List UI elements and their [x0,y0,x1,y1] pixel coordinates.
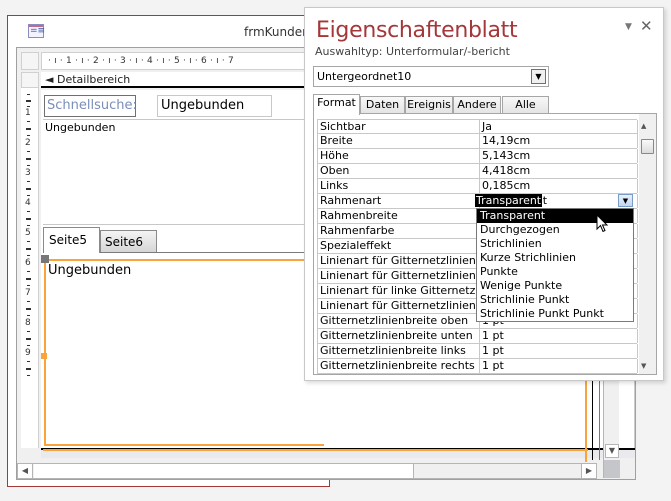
property-sheet-title: Eigenschaftenblatt [316,18,518,43]
property-value[interactable]: 4,418cm [479,164,638,178]
scroll-left-icon[interactable]: ◀ [18,464,33,478]
section-label: Detailbereich [56,73,131,86]
panel-menu-icon[interactable]: ▼ [625,22,632,32]
property-name: Linienart für Gitternetzlinien rechts [320,299,478,312]
property-value[interactable]: 5,143cm [479,149,638,163]
horizontal-scroll-thumb[interactable] [34,464,414,478]
property-name: Linienart für linke Gitternetzlinien [320,284,478,297]
property-grid-scrollbar[interactable]: ▲ ▼ [639,114,656,374]
search-label[interactable]: Schnellsuche: [44,95,137,117]
dropdown-option[interactable]: Kurze Strichlinien [477,251,633,265]
tab-seite5[interactable]: Seite5 [43,227,100,253]
scroll-down-icon[interactable]: ▼ [641,362,646,370]
property-name: Links [320,179,349,192]
ruler-tick-9: 9 [25,348,31,358]
ruler-tick-8: 8 [25,318,31,328]
ruler-tick-1: 1 [25,108,31,118]
ruler-tick-6: 6 [25,258,31,268]
property-value[interactable]: 1 pt [479,329,638,343]
property-name: Rahmenbreite [320,209,398,222]
property-name: Rahmenfarbe [320,224,395,237]
scroll-down-icon[interactable]: ▼ [605,444,619,458]
property-value[interactable]: Ja [479,120,638,134]
dropdown-option[interactable]: Strichlinien [477,237,633,251]
property-value[interactable]: 1 pt [479,344,638,358]
tab-daten[interactable]: Daten [360,96,405,114]
property-name: Oben [320,164,350,177]
subform-text: Ungebunden [48,263,132,278]
subform-control[interactable]: Ungebunden [41,255,324,446]
property-name: Linienart für Gitternetzlinien unten [320,269,478,282]
move-handle[interactable] [41,255,49,263]
property-row[interactable]: Breite 14,19cm [317,134,638,149]
property-name: Rahmenart [320,194,382,207]
rahmenart-combo[interactable]: Transparent ▼ [475,194,633,208]
property-value[interactable]: 14,19cm [479,134,638,148]
property-name: Gitternetzlinienbreite links [320,344,466,357]
property-row[interactable]: Höhe 5,143cm [317,149,638,164]
property-name: Linienart für Gitternetzlinien oben [320,254,478,267]
property-value[interactable]: 0,185cm [479,179,638,193]
close-icon[interactable]: ✕ [640,17,653,35]
section-marker-icon: ◄ [45,73,54,86]
form-icon [28,24,45,38]
object-selector-combo[interactable]: Untergeordnet10 ▼ [313,66,549,87]
dropdown-option[interactable]: Strichlinie Punkt Punkt [477,307,633,321]
dropdown-option[interactable]: Wenige Punkte [477,279,633,293]
horizontal-scrollbar[interactable]: ◀ ▶ [17,463,597,479]
scroll-corner [604,460,620,478]
property-row[interactable]: Oben 4,418cm [317,164,638,179]
tab-frame-edge [592,380,600,460]
property-value[interactable]: 1 pt [479,359,638,373]
rahmenart-value: Transparent [475,194,543,207]
ruler-tick-5: 5 [25,228,31,238]
dropdown-option[interactable]: Strichlinie Punkt [477,293,633,307]
tab-seite6[interactable]: Seite6 [100,230,157,252]
scroll-up-icon[interactable]: ▲ [641,122,646,130]
subform-bottom-edge [43,449,588,451]
property-name: Gitternetzlinienbreite rechts [320,359,475,372]
property-row[interactable]: Sichtbar Ja [317,119,638,134]
property-name: Gitternetzlinienbreite unten [320,329,473,342]
search-textbox[interactable]: Ungebunden [157,95,272,117]
chevron-down-icon[interactable]: ▼ [618,194,633,207]
form-title: frmKunden [244,25,310,39]
property-name: Sichtbar [320,120,366,133]
section-selector[interactable] [21,72,39,88]
property-row[interactable]: Gitternetzlinienbreite unten 1 pt [317,329,638,344]
ruler-tick-7: 7 [25,288,31,298]
scroll-right-icon[interactable]: ▶ [581,464,596,478]
dropdown-option[interactable]: Punkte [477,265,633,279]
property-name: Breite [320,134,353,147]
ruler-tick-2: 2 [25,138,31,148]
tab-format[interactable]: Format [313,94,360,115]
tab-ereignis[interactable]: Ereignis [405,96,453,114]
property-scroll-thumb[interactable] [641,139,654,154]
property-row[interactable]: Gitternetzlinienbreite links 1 pt [317,344,638,359]
tab-andere[interactable]: Andere [453,96,501,114]
chevron-down-icon[interactable]: ▼ [531,69,546,84]
property-row[interactable]: Gitternetzlinienbreite rechts 1 pt [317,359,638,374]
resize-handle-left[interactable] [41,353,47,359]
mouse-cursor-icon [596,214,609,233]
property-name: Spezialeffekt [320,239,392,252]
property-name: Höhe [320,149,349,162]
property-row[interactable]: Links 0,185cm [317,179,638,194]
form-design-window: frmKunden · ı · 1 · ı · 2 · ı · 3 · ı · … [7,15,636,487]
vertical-ruler[interactable]: 1 2 3 4 5 6 7 8 9 [21,88,39,448]
form-selector[interactable] [21,52,39,70]
rahmenart-dropdown-list: Transparent Durchgezogen Strichlinien Kurze… [476,208,634,322]
ruler-tick-4: 4 [25,198,31,208]
vertical-scrollbar[interactable]: ▼ [603,380,620,478]
object-selector-value: Untergeordnet10 [317,70,412,83]
property-name: Gitternetzlinienbreite oben [320,314,469,327]
selection-type-label: Auswahltyp: Unterformular/-bericht [315,45,510,58]
ruler-tick-3: 3 [25,168,31,178]
tab-alle[interactable]: Alle [502,96,549,114]
